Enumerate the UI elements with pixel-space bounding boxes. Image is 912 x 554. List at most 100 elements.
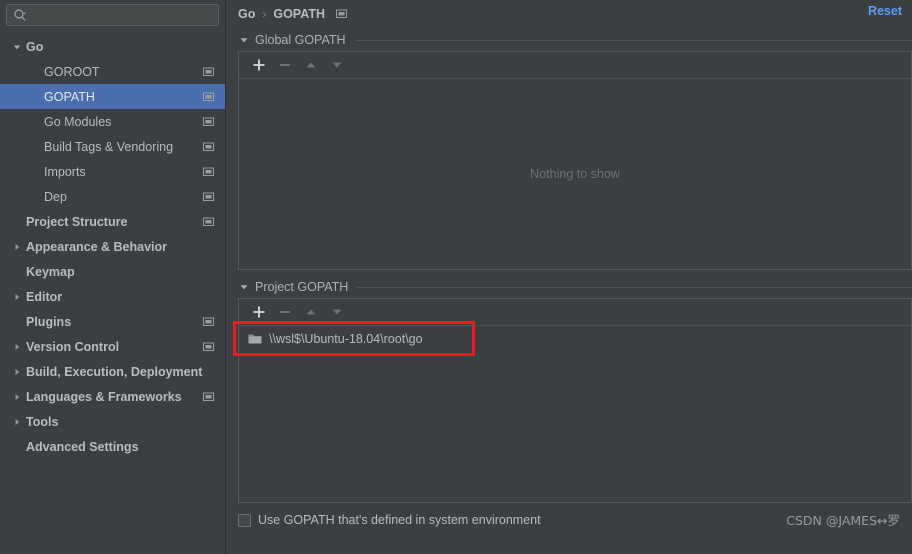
sidebar-item-label: Languages & Frameworks xyxy=(26,389,182,404)
chevron-down-icon[interactable] xyxy=(238,34,250,46)
move-down-button xyxy=(325,54,349,76)
window-icon xyxy=(335,7,348,20)
global-gopath-panel: Nothing to show xyxy=(238,51,912,270)
sidebar-item-keymap[interactable]: Keymap xyxy=(0,259,225,284)
project-gopath-panel: \\wsl$\Ubuntu-18.04\root\go xyxy=(238,298,912,503)
sidebar-item-label: Go Modules xyxy=(44,114,112,129)
search-input[interactable] xyxy=(27,8,212,22)
sidebar-item-label: Version Control xyxy=(26,339,120,354)
sidebar-item-project-structure[interactable]: Project Structure xyxy=(0,209,225,234)
project-gopath-title: Project GOPATH xyxy=(255,280,349,294)
sidebar-item-label: Tools xyxy=(26,414,59,429)
sidebar-item-label: Keymap xyxy=(26,264,75,279)
sidebar-item-advanced-settings[interactable]: Advanced Settings xyxy=(0,434,225,459)
chevron-right-icon[interactable] xyxy=(10,290,24,304)
remove-button xyxy=(273,54,297,76)
chevron-right-icon[interactable] xyxy=(10,390,24,404)
window-icon xyxy=(202,65,215,78)
sidebar-item-label: GOPATH xyxy=(44,89,95,104)
breadcrumb-leaf[interactable]: GOPATH xyxy=(273,7,325,21)
sidebar-item-build-execution-deployment[interactable]: Build, Execution, Deployment xyxy=(0,359,225,384)
project-gopath-entry[interactable]: \\wsl$\Ubuntu-18.04\root\go xyxy=(239,326,911,352)
global-gopath-list[interactable]: Nothing to show xyxy=(239,79,911,269)
section-divider xyxy=(357,286,912,288)
sidebar-item-label: Build Tags & Vendoring xyxy=(44,139,174,154)
window-icon xyxy=(202,115,215,128)
sidebar-item-build-tags-vendoring[interactable]: Build Tags & Vendoring xyxy=(0,134,225,159)
global-gopath-toolbar xyxy=(239,52,911,79)
global-gopath-section-header[interactable]: Global GOPATH xyxy=(226,29,912,51)
project-gopath-list[interactable]: \\wsl$\Ubuntu-18.04\root\go xyxy=(239,326,911,502)
sidebar-item-languages-frameworks[interactable]: Languages & Frameworks xyxy=(0,384,225,409)
sidebar-item-label: Plugins xyxy=(26,314,72,329)
window-icon xyxy=(202,340,215,353)
sidebar-item-label: Go xyxy=(26,39,44,54)
settings-footer: Use GOPATH that's defined in system envi… xyxy=(226,503,912,537)
settings-main-panel: Go › GOPATH Reset Global GOPATH Nothing … xyxy=(226,0,912,554)
search-wrapper xyxy=(0,0,225,26)
remove-button xyxy=(273,301,297,323)
window-icon xyxy=(202,190,215,203)
window-icon xyxy=(202,315,215,328)
search-box[interactable] xyxy=(6,4,219,26)
sidebar-item-go-modules[interactable]: Go Modules xyxy=(0,109,225,134)
breadcrumb-root[interactable]: Go xyxy=(238,7,255,21)
move-down-button xyxy=(325,301,349,323)
add-button[interactable] xyxy=(247,54,271,76)
add-button[interactable] xyxy=(247,301,271,323)
project-gopath-toolbar xyxy=(239,299,911,326)
sidebar-item-go[interactable]: Go xyxy=(0,34,225,59)
chevron-down-icon[interactable] xyxy=(238,281,250,293)
window-icon xyxy=(202,140,215,153)
use-system-gopath-checkbox[interactable] xyxy=(238,513,251,527)
settings-dialog: Go GOROOT GOPATH Go Modules Build Tags & Ven… xyxy=(0,0,912,554)
chevron-right-icon[interactable] xyxy=(10,365,24,379)
sidebar-item-label: Project Structure xyxy=(26,214,128,229)
sidebar-item-goroot[interactable]: GOROOT xyxy=(0,59,225,84)
sidebar-item-editor[interactable]: Editor xyxy=(0,284,225,309)
sidebar-item-imports[interactable]: Imports xyxy=(0,159,225,184)
settings-sidebar: Go GOROOT GOPATH Go Modules Build Tags & Ven… xyxy=(0,0,226,554)
sidebar-item-tools[interactable]: Tools xyxy=(0,409,225,434)
chevron-right-icon[interactable] xyxy=(10,340,24,354)
chevron-right-icon[interactable] xyxy=(10,240,24,254)
use-system-gopath-label[interactable]: Use GOPATH that's defined in system envi… xyxy=(258,513,541,527)
sidebar-item-version-control[interactable]: Version Control xyxy=(0,334,225,359)
sidebar-item-label: Advanced Settings xyxy=(26,439,139,454)
section-divider xyxy=(354,39,912,41)
breadcrumb: Go › GOPATH Reset xyxy=(226,0,912,27)
sidebar-item-dep[interactable]: Dep xyxy=(0,184,225,209)
breadcrumb-separator: › xyxy=(262,6,267,21)
chevron-down-icon[interactable] xyxy=(10,40,24,54)
window-icon xyxy=(202,165,215,178)
search-icon xyxy=(13,8,27,22)
window-icon xyxy=(202,215,215,228)
empty-state-message: Nothing to show xyxy=(530,167,620,181)
sidebar-item-gopath[interactable]: GOPATH xyxy=(0,84,225,109)
sidebar-item-label: Appearance & Behavior xyxy=(26,239,168,254)
watermark: CSDN @JAMES↔罗 xyxy=(786,513,900,528)
sidebar-item-label: Build, Execution, Deployment xyxy=(26,364,203,379)
project-gopath-section-header[interactable]: Project GOPATH xyxy=(226,276,912,298)
chevron-right-icon[interactable] xyxy=(10,415,24,429)
sidebar-item-label: GOROOT xyxy=(44,64,100,79)
window-icon xyxy=(202,390,215,403)
sidebar-item-label: Dep xyxy=(44,189,67,204)
move-up-button xyxy=(299,301,323,323)
reset-link[interactable]: Reset xyxy=(868,4,902,18)
sidebar-item-label: Editor xyxy=(26,289,63,304)
global-gopath-title: Global GOPATH xyxy=(255,33,346,47)
folder-icon xyxy=(247,331,263,347)
window-icon xyxy=(202,90,215,103)
move-up-button xyxy=(299,54,323,76)
sidebar-item-appearance-behavior[interactable]: Appearance & Behavior xyxy=(0,234,225,259)
sidebar-item-plugins[interactable]: Plugins xyxy=(0,309,225,334)
